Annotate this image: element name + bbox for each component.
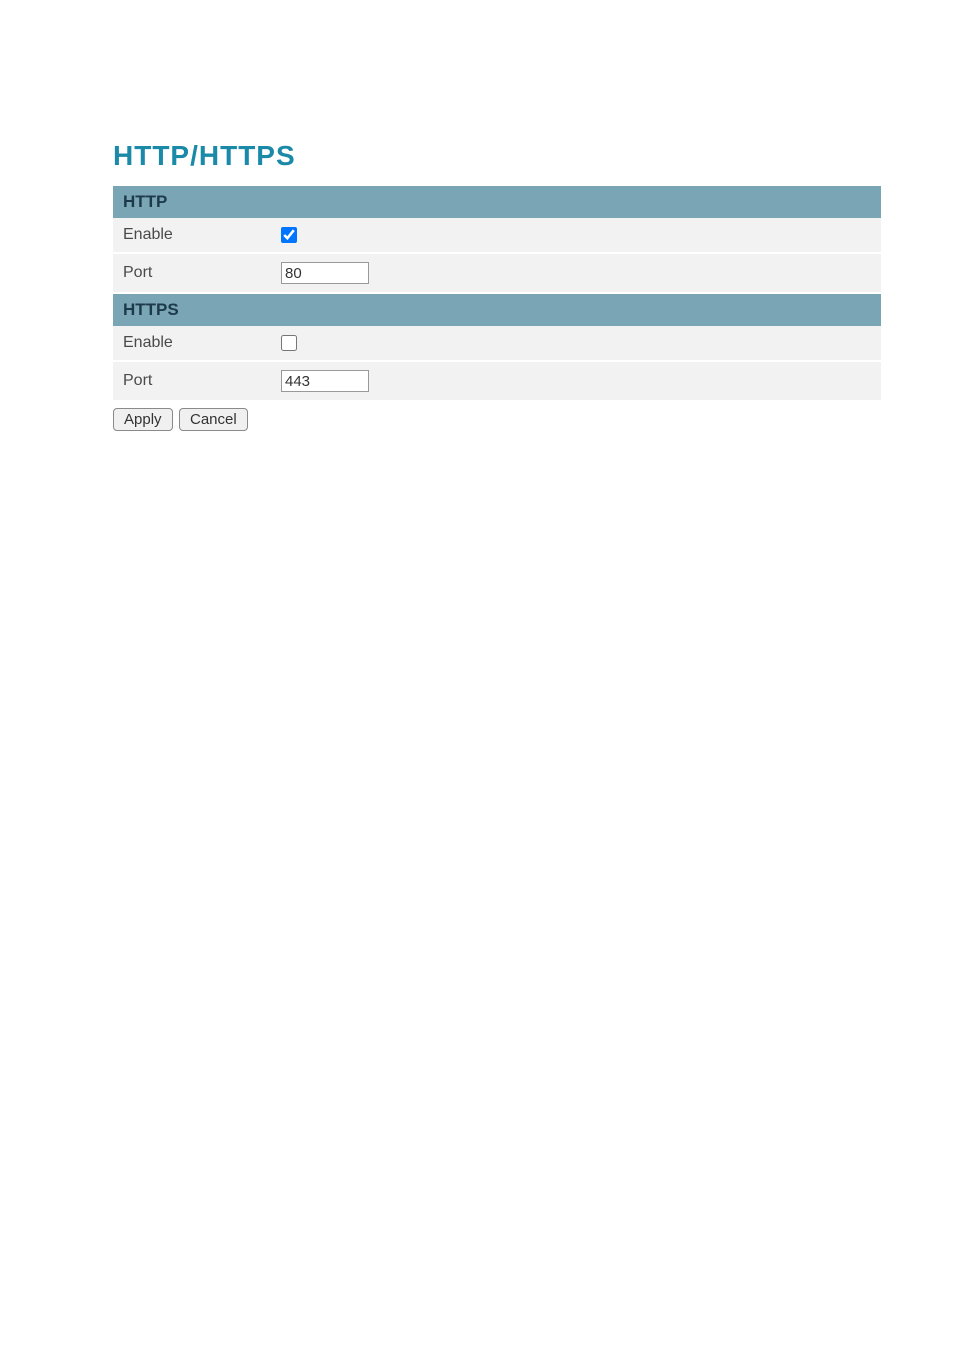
http-port-input[interactable]	[281, 262, 369, 284]
http-header-label: HTTP	[113, 186, 881, 218]
http-port-row: Port	[113, 253, 881, 293]
page-title: HTTP/HTTPS	[113, 140, 954, 172]
https-port-row: Port	[113, 361, 881, 401]
http-enable-checkbox[interactable]	[281, 227, 297, 243]
https-port-input[interactable]	[281, 370, 369, 392]
https-enable-row: Enable	[113, 326, 881, 361]
https-enable-checkbox[interactable]	[281, 335, 297, 351]
https-enable-label: Enable	[113, 326, 271, 361]
http-enable-row: Enable	[113, 218, 881, 253]
apply-button[interactable]: Apply	[113, 408, 173, 431]
http-section-header: HTTP	[113, 186, 881, 218]
https-section-header: HTTPS	[113, 293, 881, 326]
button-row: Apply Cancel	[113, 408, 954, 431]
cancel-button[interactable]: Cancel	[179, 408, 248, 431]
http-https-form-table: HTTP Enable Port HTTPS Enable Port	[113, 186, 881, 402]
https-port-label: Port	[113, 361, 271, 401]
http-enable-label: Enable	[113, 218, 271, 253]
https-header-label: HTTPS	[113, 293, 881, 326]
http-port-label: Port	[113, 253, 271, 293]
